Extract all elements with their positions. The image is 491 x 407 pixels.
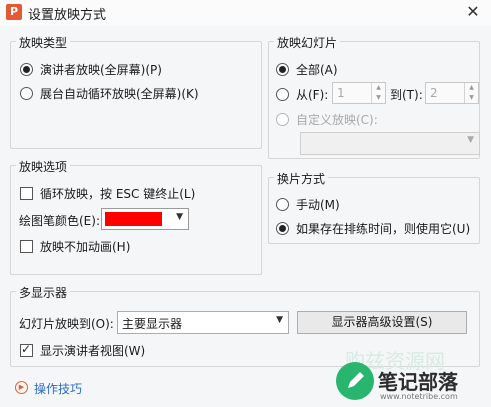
radio-label: 全部(A) xyxy=(296,63,338,77)
presenter-view-checkbox-row[interactable]: 显示演讲者视图(W) xyxy=(20,342,145,359)
close-icon[interactable]: ✕ xyxy=(459,0,487,24)
pen-color-label: 绘图笔颜色(E): xyxy=(19,214,100,228)
radio-button[interactable] xyxy=(20,63,33,76)
radio-label: 从(F): xyxy=(296,88,329,102)
set-show-dialog: P 设置放映方式 ✕ 放映类型 演讲者放映(全屏幕)(P) 展台自动循环放映(全… xyxy=(0,0,491,407)
radio-button[interactable] xyxy=(276,113,289,126)
radio-button[interactable] xyxy=(20,87,33,100)
custom-show-select[interactable]: ▼ xyxy=(300,132,480,155)
show-on-select[interactable]: 主要显示器 ▼ xyxy=(117,311,289,334)
dialog-title: 设置放映方式 xyxy=(28,8,107,23)
watermark-brand: 笔记部落 xyxy=(378,370,458,394)
from-slide-value: 1 xyxy=(337,86,345,100)
radio-button[interactable] xyxy=(276,198,289,211)
spin-arrows-icon[interactable]: ▲ ▼ xyxy=(371,83,385,103)
show-type-title: 放映类型 xyxy=(16,34,71,51)
from-slide-stepper[interactable]: 1 ▲ ▼ xyxy=(332,82,386,104)
radio-button[interactable] xyxy=(276,88,289,101)
radio-custom-show[interactable]: 自定义放映(C): xyxy=(276,111,378,128)
show-on-value: 主要显示器 xyxy=(122,317,183,331)
radio-all-slides[interactable]: 全部(A) xyxy=(276,61,338,78)
play-help-icon[interactable]: ▶ xyxy=(15,381,28,394)
no-animation-label: 放映不加动画(H) xyxy=(40,240,131,254)
loop-checkbox-row[interactable]: 循环放映，按 ESC 键终止(L) xyxy=(20,185,195,202)
multi-display-title: 多显示器 xyxy=(16,284,71,301)
radio-label: 自定义放映(C): xyxy=(296,113,378,127)
wps-presentation-icon: P xyxy=(6,4,22,20)
to-slide-value: 2 xyxy=(430,86,438,100)
pencil-icon xyxy=(348,372,364,388)
loop-checkbox[interactable] xyxy=(20,187,33,200)
chevron-down-icon[interactable]: ▼ xyxy=(467,135,474,145)
display-advanced-settings-button[interactable]: 显示器高级设置(S) xyxy=(297,311,467,334)
presenter-view-checkbox[interactable] xyxy=(20,342,33,357)
title-bar: P 设置放映方式 ✕ xyxy=(0,0,491,26)
show-options-title: 放映选项 xyxy=(16,158,71,175)
advance-title: 换片方式 xyxy=(274,170,329,187)
radio-kiosk-mode[interactable]: 展台自动循环放映(全屏幕)(K) xyxy=(20,85,199,102)
to-label: 到(T): xyxy=(390,88,423,102)
presenter-view-label: 显示演讲者视图(W) xyxy=(40,344,146,358)
watermark-logo xyxy=(336,362,374,400)
color-swatch xyxy=(105,212,162,226)
chevron-down-icon[interactable]: ▼ xyxy=(176,212,183,222)
loop-label: 循环放映，按 ESC 键终止(L) xyxy=(40,187,196,201)
radio-label: 如果存在排练时间，则使用它(U) xyxy=(296,222,471,236)
chevron-down-icon[interactable]: ▼ xyxy=(276,315,283,325)
pen-color-picker[interactable]: ▼ xyxy=(101,208,189,230)
radio-button[interactable] xyxy=(276,63,289,76)
radio-label: 展台自动循环放映(全屏幕)(K) xyxy=(40,87,199,101)
radio-label: 演讲者放映(全屏幕)(P) xyxy=(40,63,162,77)
show-slides-title: 放映幻灯片 xyxy=(274,34,341,51)
radio-label: 手动(M) xyxy=(296,198,340,212)
radio-slide-range[interactable]: 从(F): xyxy=(276,86,328,103)
radio-presenter-mode[interactable]: 演讲者放映(全屏幕)(P) xyxy=(20,61,162,78)
no-animation-checkbox-row[interactable]: 放映不加动画(H) xyxy=(20,238,130,255)
tips-link[interactable]: 操作技巧 xyxy=(34,380,82,397)
spin-arrows-icon[interactable]: ▲ ▼ xyxy=(464,83,478,103)
no-animation-checkbox[interactable] xyxy=(20,240,33,253)
watermark-url: www.notetribe.com xyxy=(380,392,458,401)
radio-button[interactable] xyxy=(276,222,289,235)
radio-manual-advance[interactable]: 手动(M) xyxy=(276,196,340,213)
show-on-label: 幻灯片放映到(O): xyxy=(19,317,114,331)
radio-use-timings[interactable]: 如果存在排练时间，则使用它(U) xyxy=(276,220,470,237)
to-slide-stepper[interactable]: 2 ▲ ▼ xyxy=(425,82,479,104)
